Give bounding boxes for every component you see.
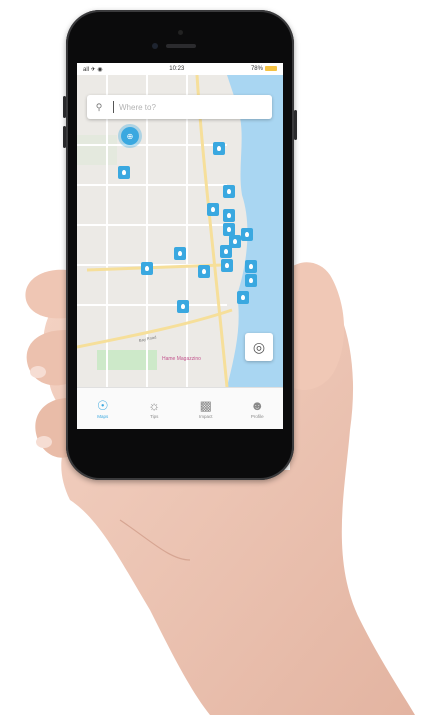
tab-profile[interactable]: ☻ Profile	[232, 388, 284, 429]
location-marker-cluster[interactable]: ⊕	[121, 127, 139, 145]
location-marker[interactable]	[221, 259, 233, 272]
location-marker[interactable]	[241, 228, 253, 241]
location-marker[interactable]	[245, 260, 257, 273]
status-bar: all ✈ ◉ 10:23 78%	[77, 63, 283, 75]
map-pin-icon: ☉	[96, 398, 109, 413]
location-marker[interactable]	[118, 166, 130, 179]
volume-up-button	[63, 96, 66, 118]
location-marker[interactable]	[198, 265, 210, 278]
clock: 10:23	[169, 66, 185, 72]
text-cursor	[113, 101, 114, 113]
location-marker[interactable]	[223, 185, 235, 198]
sensor-dot	[178, 30, 183, 35]
bottom-tab-bar: ☉ Maps ☼ Tips ▩ Impact ☻ Profile	[77, 387, 283, 429]
tab-impact[interactable]: ▩ Impact	[180, 388, 232, 429]
chart-icon: ▩	[199, 398, 212, 413]
location-marker[interactable]	[223, 209, 235, 222]
location-marker[interactable]	[237, 291, 249, 304]
map-view[interactable]: ⚲ Where to? ⊕ Bay Road Hame Magazzino ◎	[77, 75, 283, 387]
user-icon: ☻	[250, 398, 265, 413]
front-camera	[152, 43, 158, 49]
tab-maps[interactable]: ☉ Maps	[77, 388, 129, 429]
search-placeholder[interactable]: Where to?	[119, 103, 156, 112]
location-marker[interactable]	[245, 274, 257, 287]
battery-icon	[264, 65, 277, 71]
locate-me-button[interactable]: ◎	[245, 333, 273, 361]
location-marker[interactable]	[213, 142, 225, 155]
earpiece-speaker	[166, 44, 196, 48]
location-marker[interactable]	[220, 245, 232, 258]
crosshair-icon: ◎	[252, 338, 266, 355]
battery-indicator: 78%	[251, 65, 277, 72]
location-marker[interactable]	[141, 262, 153, 275]
app-screen: all ✈ ◉ 10:23 78% ⚲ Where to? ⊕ Bay Road…	[77, 63, 283, 429]
power-button	[294, 110, 297, 140]
signal-indicator: all ✈ ◉	[83, 66, 103, 73]
search-icon: ⚲	[95, 101, 103, 112]
location-marker[interactable]	[177, 300, 189, 313]
place-label: Hame Magazzino	[162, 356, 201, 362]
volume-down-button	[63, 126, 66, 148]
location-marker[interactable]	[207, 203, 219, 216]
lightbulb-icon: ☼	[148, 398, 161, 413]
search-bar[interactable]: ⚲ Where to?	[87, 95, 272, 119]
location-marker[interactable]	[174, 247, 186, 260]
tab-tips[interactable]: ☼ Tips	[129, 388, 181, 429]
